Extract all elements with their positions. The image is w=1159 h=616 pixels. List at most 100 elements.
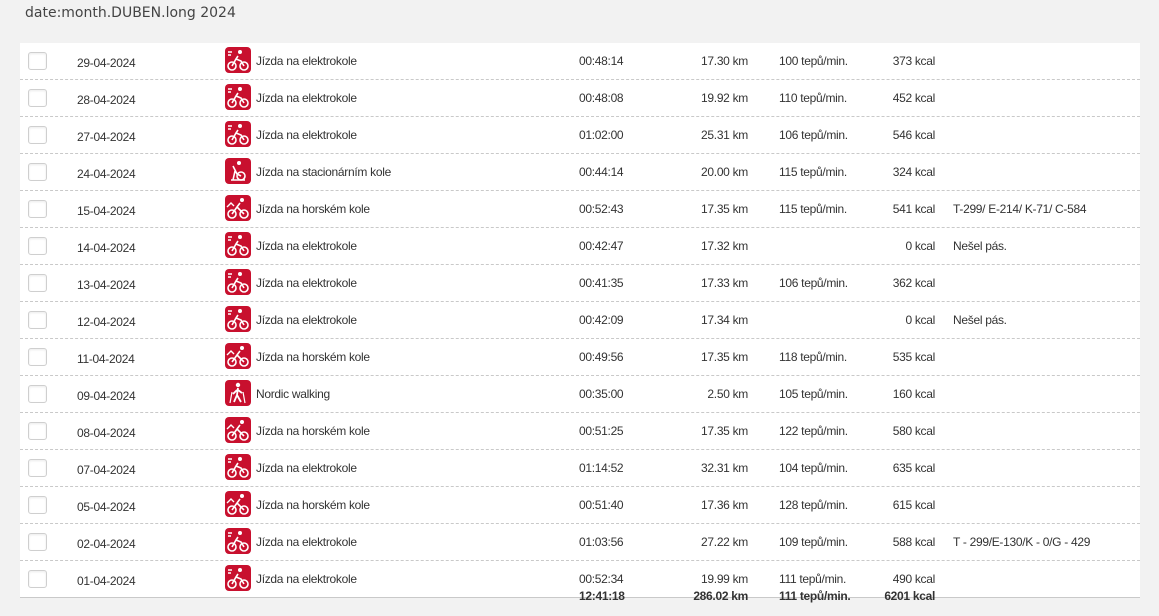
row-checkbox[interactable] xyxy=(28,348,47,366)
row-heart-rate: 104 tepů/min. xyxy=(779,461,848,475)
row-checkbox[interactable] xyxy=(28,89,47,107)
table-row[interactable]: 02-04-2024 Jízda na elektrokole 01:03:56 27… xyxy=(20,524,1140,561)
row-checkbox[interactable] xyxy=(28,126,47,144)
page-title: date:month.DUBEN.long 2024 xyxy=(25,5,236,21)
row-kcal: 160 kcal xyxy=(892,387,936,401)
row-activity[interactable]: Jízda na horském kole xyxy=(256,339,370,375)
row-date: 14-04-2024 xyxy=(77,241,136,255)
table-row[interactable]: 27-04-2024 Jízda na elektrokole 01:02:00 25… xyxy=(20,117,1140,154)
row-activity[interactable]: Jízda na horském kole xyxy=(256,191,370,227)
ebike-icon xyxy=(225,84,251,110)
mountain-bike-icon xyxy=(225,195,251,221)
table-row[interactable]: 29-04-2024 Jízda na elektrokole 00:48:14 17… xyxy=(20,43,1140,80)
row-date: 07-04-2024 xyxy=(77,463,136,477)
table-row[interactable]: 24-04-2024 Jízda na stacionárním kole 00:4… xyxy=(20,154,1140,191)
row-distance: 17.35 km xyxy=(701,202,748,216)
row-checkbox[interactable] xyxy=(28,52,47,70)
row-checkbox[interactable] xyxy=(28,163,47,181)
row-checkbox[interactable] xyxy=(28,422,47,440)
row-duration: 00:44:14 xyxy=(579,165,624,179)
row-activity[interactable]: Jízda na elektrokole xyxy=(256,117,357,153)
row-checkbox[interactable] xyxy=(28,274,47,292)
table-row[interactable]: 08-04-2024 Jízda na horském kole 00:51:25 1… xyxy=(20,413,1140,450)
row-kcal: 452 kcal xyxy=(892,91,936,105)
row-duration: 00:49:56 xyxy=(579,350,624,364)
row-checkbox[interactable] xyxy=(28,200,47,218)
row-kcal: 373 kcal xyxy=(892,54,936,68)
total-heart-rate: 111 tepů/min. xyxy=(779,589,851,603)
row-duration: 00:42:47 xyxy=(579,239,624,253)
row-duration: 00:48:14 xyxy=(579,54,624,68)
row-duration: 00:48:08 xyxy=(579,91,624,105)
row-distance: 17.34 km xyxy=(701,313,748,327)
row-duration: 01:02:00 xyxy=(579,128,624,142)
row-heart-rate: 118 tepů/min. xyxy=(779,350,847,364)
row-checkbox[interactable] xyxy=(28,533,47,551)
row-checkbox[interactable] xyxy=(28,385,47,403)
row-distance: 27.22 km xyxy=(701,535,748,549)
table-row[interactable]: 09-04-2024 Nordic walking 00:35:00 2.50 km 1… xyxy=(20,376,1140,413)
row-duration: 00:51:40 xyxy=(579,498,624,512)
ebike-icon xyxy=(225,47,251,73)
row-kcal: 546 kcal xyxy=(892,128,936,142)
table-row[interactable]: 13-04-2024 Jízda na elektrokole 00:41:35 17… xyxy=(20,265,1140,302)
row-kcal: 0 kcal xyxy=(905,239,935,253)
row-distance: 19.92 km xyxy=(701,91,748,105)
table-row[interactable]: 11-04-2024 Jízda na horském kole 00:49:56 1… xyxy=(20,339,1140,376)
row-kcal: 541 kcal xyxy=(892,202,936,216)
row-note: Nešel pás. xyxy=(953,239,1007,253)
row-distance: 17.32 km xyxy=(701,239,748,253)
row-kcal: 324 kcal xyxy=(892,165,936,179)
row-duration: 00:42:09 xyxy=(579,313,624,327)
row-distance: 17.30 km xyxy=(701,54,748,68)
row-activity[interactable]: Jízda na elektrokole xyxy=(256,265,357,301)
row-activity[interactable]: Jízda na elektrokole xyxy=(256,450,357,486)
row-distance: 17.35 km xyxy=(701,350,748,364)
row-activity[interactable]: Jízda na elektrokole xyxy=(256,228,357,264)
row-duration: 00:51:25 xyxy=(579,424,624,438)
row-checkbox[interactable] xyxy=(28,311,47,329)
row-activity[interactable]: Jízda na horském kole xyxy=(256,413,370,449)
table-row[interactable]: 07-04-2024 Jízda na elektrokole 01:14:52 32… xyxy=(20,450,1140,487)
row-distance: 2.50 km xyxy=(707,387,748,401)
row-checkbox[interactable] xyxy=(28,496,47,514)
row-kcal: 0 kcal xyxy=(905,313,935,327)
ebike-icon xyxy=(225,121,251,147)
row-duration: 01:14:52 xyxy=(579,461,624,475)
row-duration: 00:52:43 xyxy=(579,202,624,216)
row-date: 11-04-2024 xyxy=(77,352,135,366)
table-row[interactable]: 28-04-2024 Jízda na elektrokole 00:48:08 19… xyxy=(20,80,1140,117)
mountain-bike-icon xyxy=(225,343,251,369)
row-activity[interactable]: Jízda na stacionárním kole xyxy=(256,154,391,190)
row-checkbox[interactable] xyxy=(28,459,47,477)
table-row[interactable]: 14-04-2024 Jízda na elektrokole 00:42:47 17… xyxy=(20,228,1140,265)
row-distance: 25.31 km xyxy=(701,128,748,142)
row-duration: 01:03:56 xyxy=(579,535,624,549)
total-kcal: 6201 kcal xyxy=(884,589,935,603)
row-heart-rate: 100 tepů/min. xyxy=(779,54,848,68)
row-distance: 20.00 km xyxy=(701,165,748,179)
row-heart-rate: 110 tepů/min. xyxy=(779,91,847,105)
row-date: 09-04-2024 xyxy=(77,389,136,403)
totals-row: 12:41:18 286.02 km 111 tepů/min. 6201 kc… xyxy=(20,584,1140,608)
row-activity[interactable]: Jízda na elektrokole xyxy=(256,43,357,79)
row-heart-rate: 122 tepů/min. xyxy=(779,424,848,438)
row-activity[interactable]: Jízda na elektrokole xyxy=(256,80,357,116)
table-row[interactable]: 05-04-2024 Jízda na horském kole 00:51:40 1… xyxy=(20,487,1140,524)
ebike-icon xyxy=(225,269,251,295)
row-kcal: 635 kcal xyxy=(892,461,936,475)
row-activity[interactable]: Jízda na elektrokole xyxy=(256,302,357,338)
row-date: 29-04-2024 xyxy=(77,56,136,70)
table-row[interactable]: 12-04-2024 Jízda na elektrokole 00:42:09 17… xyxy=(20,302,1140,339)
total-duration: 12:41:18 xyxy=(579,589,625,603)
row-heart-rate: 115 tepů/min. xyxy=(779,202,847,216)
row-checkbox[interactable] xyxy=(28,237,47,255)
row-kcal: 615 kcal xyxy=(892,498,936,512)
row-activity[interactable]: Jízda na horském kole xyxy=(256,487,370,523)
row-activity[interactable]: Jízda na elektrokole xyxy=(256,524,357,560)
row-date: 02-04-2024 xyxy=(77,537,136,551)
table-row[interactable]: 15-04-2024 Jízda na horském kole 00:52:43 1… xyxy=(20,191,1140,228)
row-date: 13-04-2024 xyxy=(77,278,136,292)
row-heart-rate: 128 tepů/min. xyxy=(779,498,848,512)
row-activity[interactable]: Nordic walking xyxy=(256,376,330,412)
